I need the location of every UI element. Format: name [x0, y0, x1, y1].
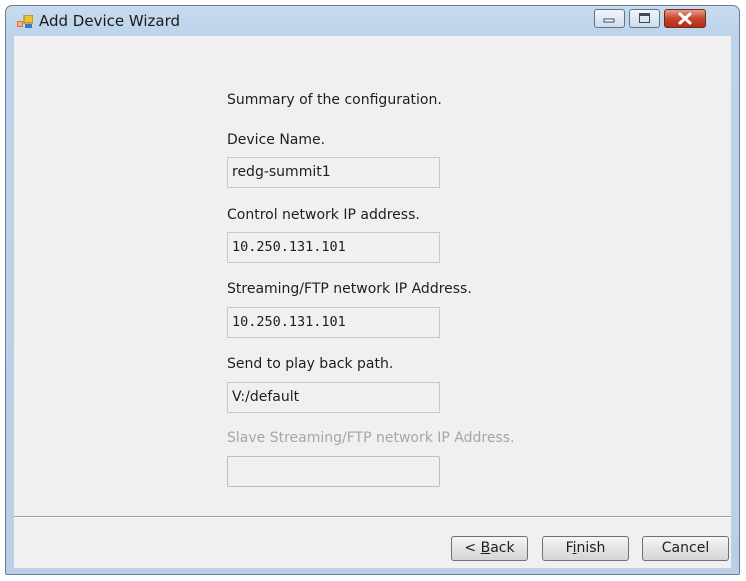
finish-button-pre: F	[565, 540, 573, 556]
streaming-ip-label: Streaming/FTP network IP Address.	[227, 281, 472, 297]
finish-button-rest: nish	[576, 540, 606, 556]
close-icon	[678, 12, 692, 25]
playback-path-label: Send to play back path.	[227, 356, 394, 372]
back-button[interactable]: < Back	[451, 536, 528, 561]
slave-ip-label: Slave Streaming/FTP network IP Address.	[227, 430, 515, 446]
streaming-ip-field[interactable]: 10.250.131.101	[227, 307, 440, 338]
maximize-button[interactable]	[629, 9, 660, 28]
slave-ip-field[interactable]	[227, 456, 440, 487]
close-button[interactable]	[664, 9, 706, 28]
minimize-icon	[603, 18, 615, 23]
title-bar[interactable]: Add Device Wizard	[6, 6, 739, 36]
minimize-button[interactable]	[594, 9, 625, 28]
control-ip-field[interactable]: 10.250.131.101	[227, 232, 440, 263]
maximize-icon	[639, 13, 650, 23]
device-name-field[interactable]: redg-summit1	[227, 157, 440, 188]
device-name-label: Device Name.	[227, 132, 326, 148]
back-button-prefix: <	[464, 540, 481, 556]
back-button-rest: ack	[490, 540, 515, 556]
control-ip-label: Control network IP address.	[227, 207, 420, 223]
back-button-accel: B	[480, 540, 491, 556]
cancel-button[interactable]: Cancel	[642, 536, 729, 561]
wizard-content: Summary of the configuration. Device Nam…	[14, 36, 731, 568]
app-icon	[17, 15, 33, 28]
wizard-window: Add Device Wizard Summary of the configu…	[5, 5, 740, 575]
footer-divider	[14, 516, 731, 518]
playback-path-field[interactable]: V:/default	[227, 382, 440, 413]
finish-button[interactable]: Finish	[542, 536, 629, 561]
summary-heading: Summary of the configuration.	[227, 92, 442, 108]
window-title: Add Device Wizard	[39, 12, 181, 30]
